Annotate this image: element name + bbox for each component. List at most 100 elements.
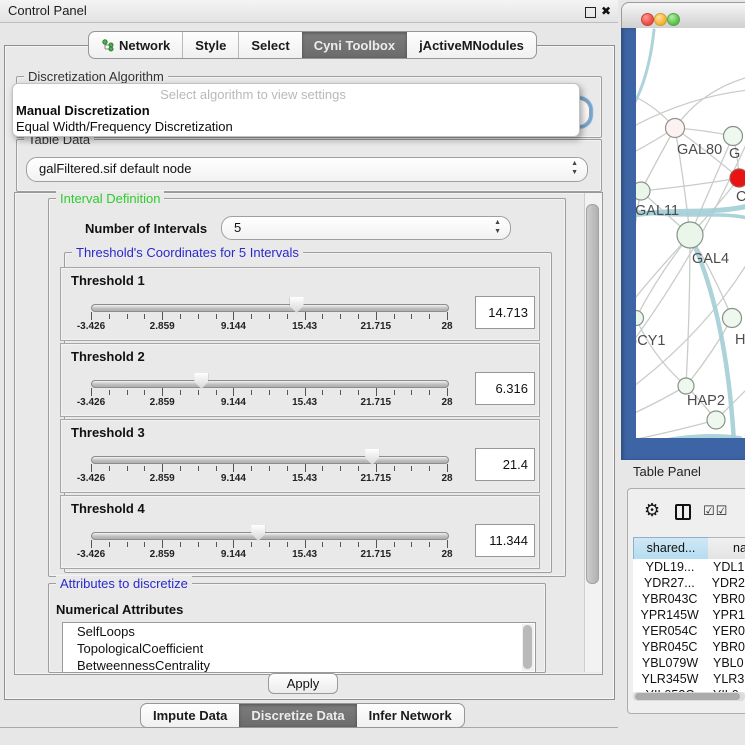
network-edge-highlighted[interactable] <box>621 436 740 452</box>
slider-tick-label: 9.144 <box>201 321 265 332</box>
table-hscrollbar-thumb[interactable] <box>635 693 740 700</box>
network-node-hap2[interactable] <box>678 378 694 394</box>
threshold-value-field[interactable]: 6.316 <box>475 372 535 405</box>
slider-tick <box>322 314 323 319</box>
cell-name: YLR3 <box>707 671 744 687</box>
cell-shared-name: YDR27... <box>633 575 706 591</box>
slider-tick <box>198 466 199 471</box>
slider-tick <box>376 388 377 396</box>
tab-label: Select <box>251 38 289 53</box>
table-row[interactable]: YDR27...YDR2 <box>633 575 745 591</box>
mac-zoom-icon[interactable] <box>667 13 680 26</box>
slider-tick-label: 2.859 <box>130 473 194 484</box>
table-data-combobox[interactable]: galFiltered.sif default node ▲▼ <box>26 157 588 182</box>
threshold-label: Threshold 4 <box>71 501 145 516</box>
slider-tick <box>269 466 270 471</box>
table-row[interactable]: YDL19...YDL1 <box>633 559 745 575</box>
tab-infer-network[interactable]: Infer Network <box>357 704 464 727</box>
popup-item-equal-width-frequency[interactable]: Equal Width/Frequency Discretization <box>16 119 233 134</box>
slider-tick <box>144 466 145 471</box>
network-node-gal4[interactable] <box>677 222 703 248</box>
table-panel-title: Table Panel <box>633 464 701 479</box>
threshold-slider-track[interactable] <box>91 456 449 464</box>
threshold-slider-track[interactable] <box>91 304 449 312</box>
table-hscrollbar-track[interactable] <box>633 692 745 701</box>
network-canvas[interactable]: GAL80GCGAL11GAL4GCY1HHAP2 <box>621 28 745 460</box>
mac-minimize-icon[interactable] <box>654 13 667 26</box>
attributes-group-title: Attributes to discretize <box>56 576 192 591</box>
slider-tick <box>322 542 323 547</box>
threshold-slider-track[interactable] <box>91 532 449 540</box>
threshold-label: Threshold 2 <box>71 349 145 364</box>
list-scrollbar-track[interactable] <box>522 624 534 671</box>
slider-tick <box>198 390 199 395</box>
apply-button[interactable]: Apply <box>268 673 338 694</box>
float-window-icon[interactable] <box>585 7 596 18</box>
threshold-value-field[interactable]: 14.713 <box>475 296 535 329</box>
attribute-list-item[interactable]: BetweennessCentrality <box>63 657 535 673</box>
mac-close-icon[interactable] <box>641 13 654 26</box>
table-row[interactable]: YBR045CYBR0 <box>633 639 745 655</box>
threshold-value-field[interactable]: 21.4 <box>475 448 535 481</box>
tab-network[interactable]: Network <box>89 32 183 58</box>
network-node-label: GCY1 <box>626 333 666 349</box>
slider-tick <box>447 312 448 320</box>
slider-tick <box>447 388 448 396</box>
slider-tick-label: -3.426 <box>59 549 123 560</box>
tab-style[interactable]: Style <box>183 32 239 58</box>
slider-tick <box>411 542 412 547</box>
table-row[interactable]: YBR043CYBR0 <box>633 591 745 607</box>
network-node-g[interactable] <box>724 127 743 146</box>
slider-tick <box>91 540 92 548</box>
cell-name: YDL1 <box>707 559 744 575</box>
column-header-shared[interactable]: shared... <box>633 537 709 560</box>
slider-tick <box>144 390 145 395</box>
network-node-gal80[interactable] <box>666 119 685 138</box>
slider-tick <box>429 390 430 395</box>
numerical-attributes-list[interactable]: SelfLoopsTopologicalCoefficientBetweenne… <box>62 622 536 673</box>
table-row[interactable]: YPR145WYPR1 <box>633 607 745 623</box>
threshold-value-field[interactable]: 11.344 <box>475 524 535 557</box>
threshold-slider-track[interactable] <box>91 380 449 388</box>
slider-tick <box>340 314 341 319</box>
slider-tick <box>287 542 288 547</box>
close-icon[interactable]: ✖ <box>601 0 611 22</box>
popup-item-manual-discretization[interactable]: Manual Discretization <box>16 103 150 118</box>
slider-tick <box>287 466 288 471</box>
slider-tick <box>251 466 252 471</box>
table-row[interactable]: YER054CYER0 <box>633 623 745 639</box>
number-of-intervals-spinner[interactable]: 5 ▲▼ <box>221 216 511 240</box>
network-window-titlebar[interactable] <box>621 2 745 30</box>
tab-cyni-toolbox[interactable]: Cyni Toolbox <box>302 32 407 58</box>
network-node-c[interactable] <box>730 169 745 187</box>
slider-tick-label: 9.144 <box>201 549 265 560</box>
tab-label: Cyni Toolbox <box>314 38 395 53</box>
column-header-name[interactable]: na <box>708 537 745 560</box>
slider-tick <box>144 314 145 319</box>
select-columns-icons[interactable]: ☑☑ <box>703 503 728 519</box>
slider-tick-label: -3.426 <box>59 473 123 484</box>
slider-tick-label: -3.426 <box>59 321 123 332</box>
tab-impute-data[interactable]: Impute Data <box>141 704 239 727</box>
slider-tick <box>91 312 92 320</box>
cell-shared-name: YBR043C <box>633 591 706 607</box>
attribute-list-item[interactable]: TopologicalCoefficient <box>63 640 535 657</box>
network-node-gal11[interactable] <box>632 182 650 200</box>
slider-tick-label: 15.43 <box>273 473 337 484</box>
settings-scrollbar-thumb[interactable] <box>586 204 599 584</box>
tab-label: Impute Data <box>153 708 227 723</box>
split-columns-icon[interactable] <box>675 504 691 520</box>
table-row[interactable]: YLR345WYLR3 <box>633 671 745 687</box>
network-node-gcy1[interactable] <box>629 311 644 326</box>
network-node[interactable] <box>707 411 725 429</box>
attribute-list-item[interactable]: SelfLoops <box>63 623 535 640</box>
slider-tick <box>376 464 377 472</box>
tab-discretize-data[interactable]: Discretize Data <box>239 704 356 727</box>
gear-icon[interactable]: ⚙ <box>644 500 660 521</box>
network-node-h[interactable] <box>723 309 742 328</box>
table-row[interactable]: YBL079WYBL0 <box>633 655 745 671</box>
slider-tick <box>127 390 128 395</box>
tab-jactivemnodules[interactable]: jActiveMNodules <box>407 32 536 58</box>
tab-select[interactable]: Select <box>239 32 301 58</box>
list-scrollbar-thumb[interactable] <box>523 625 532 669</box>
